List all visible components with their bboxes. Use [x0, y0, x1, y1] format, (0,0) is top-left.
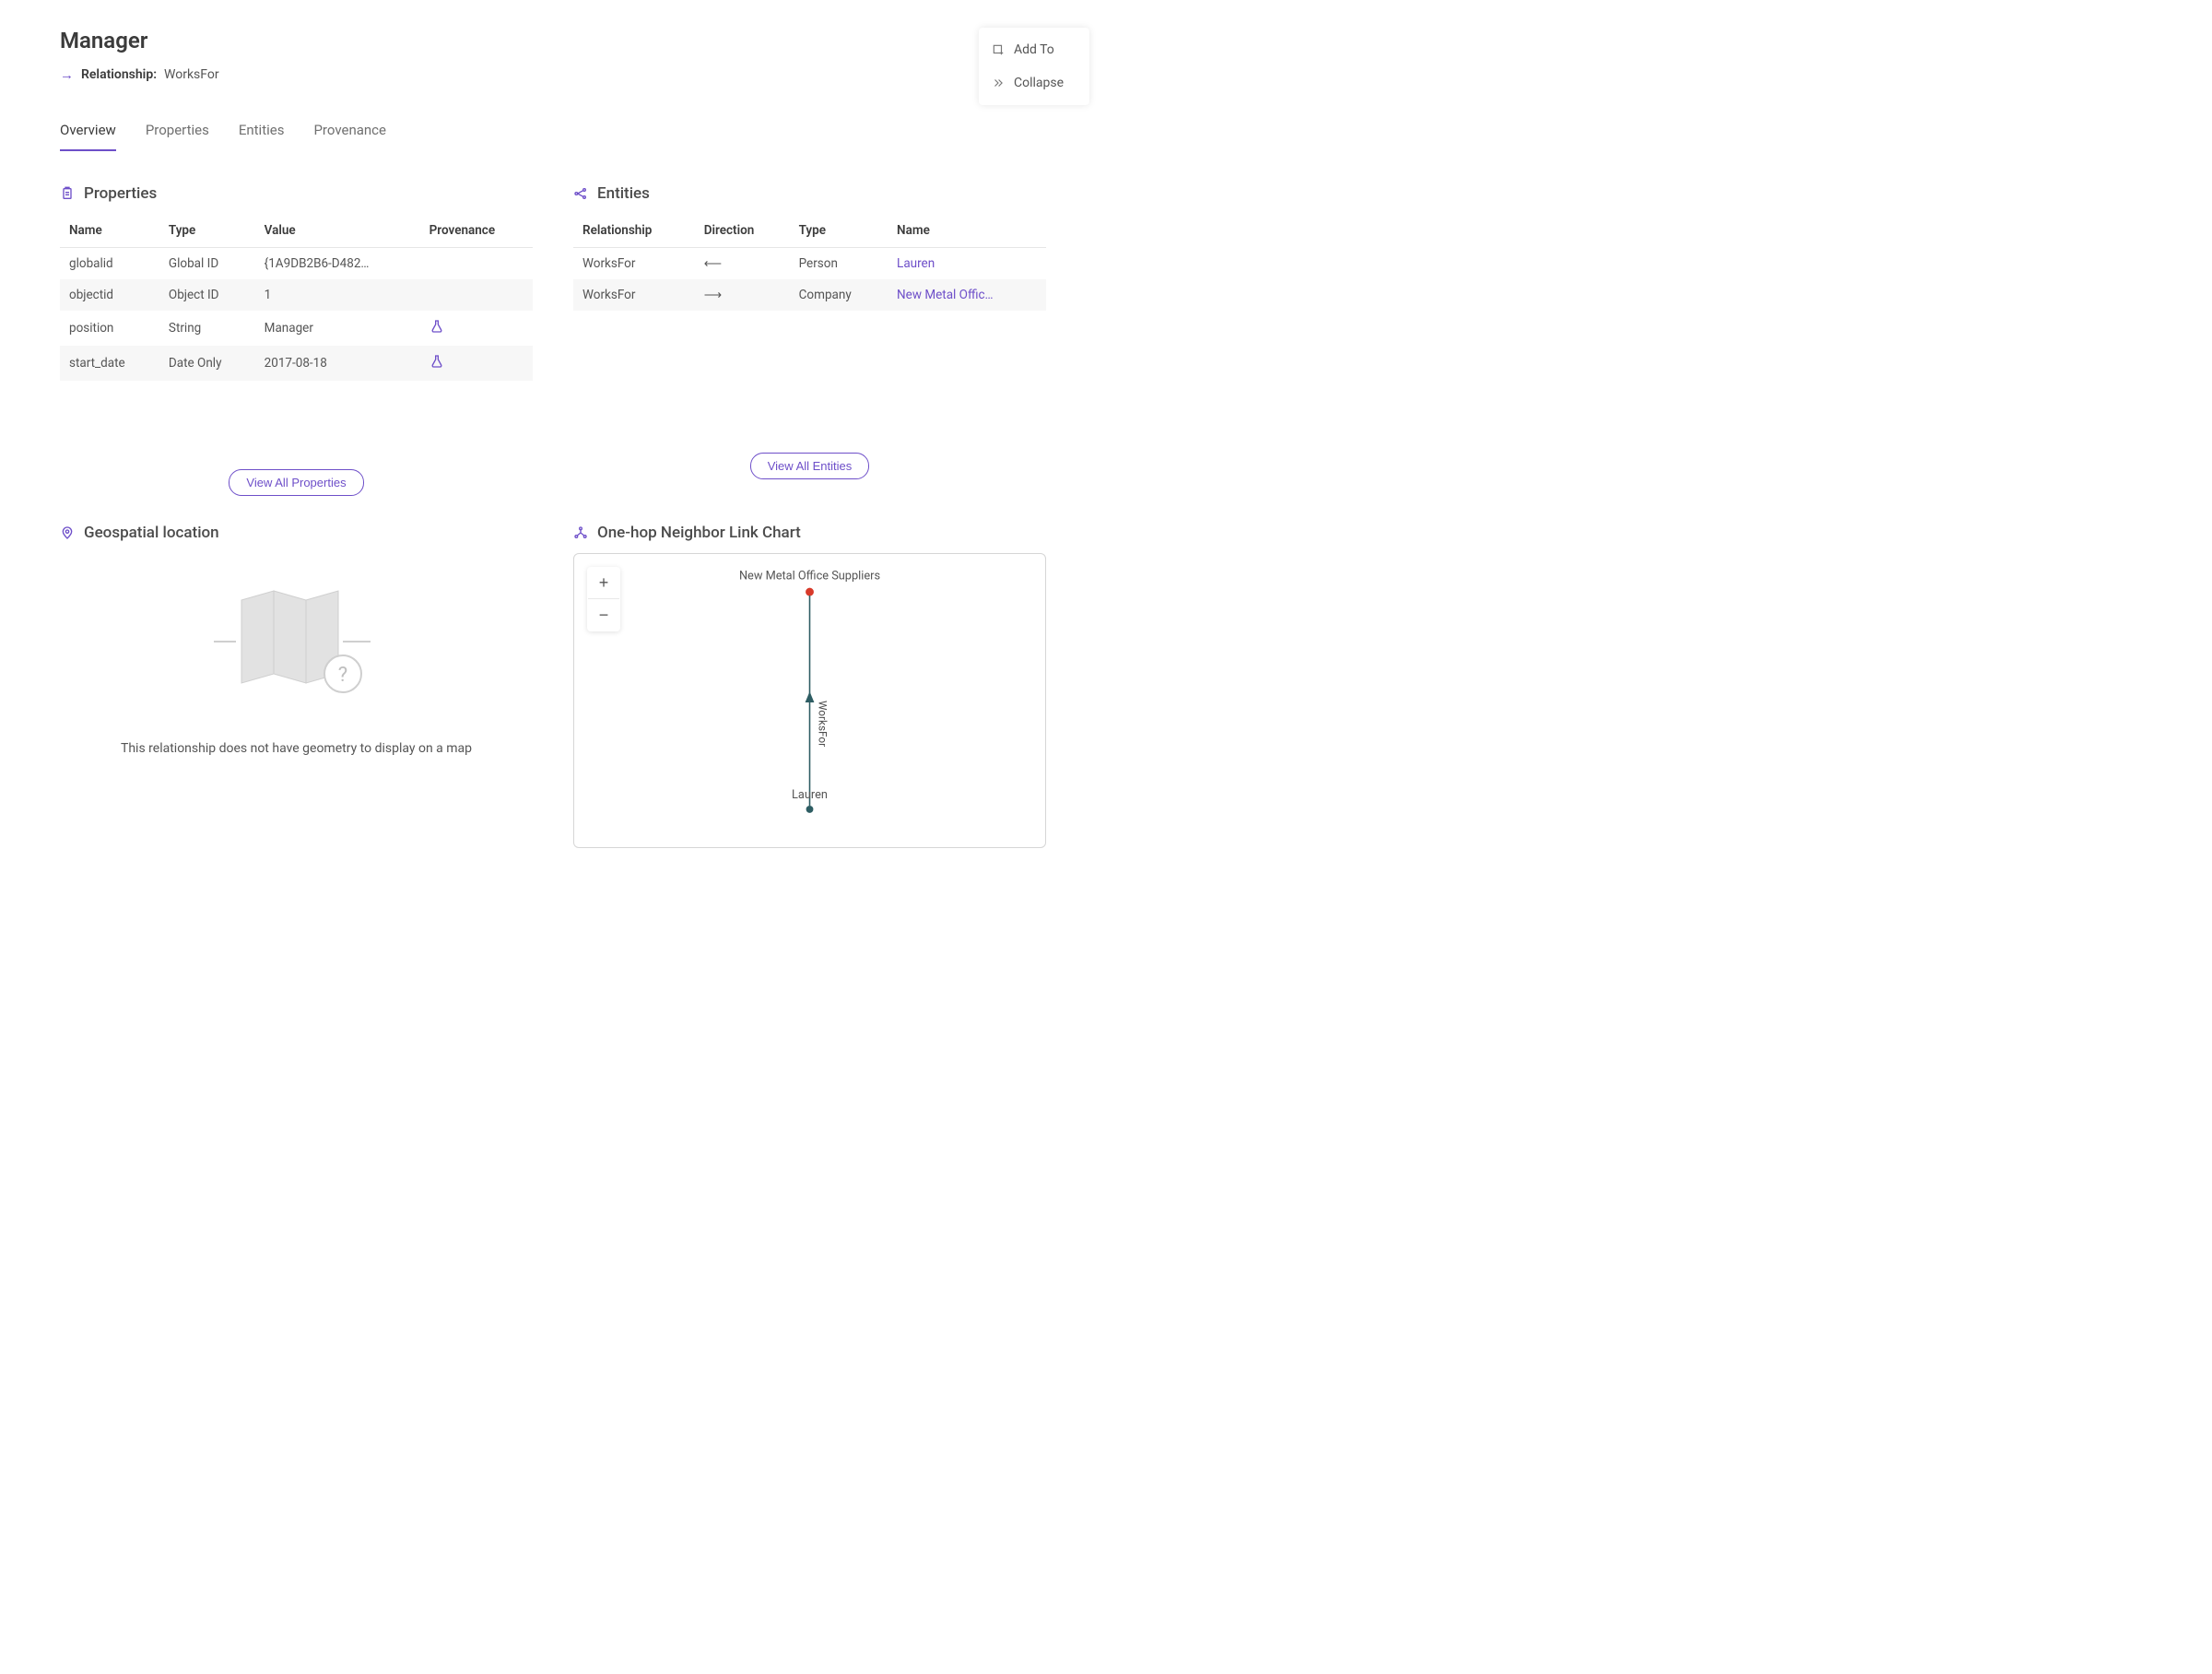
cell-type: Date Only [159, 346, 255, 381]
view-all-properties-button[interactable]: View All Properties [229, 469, 363, 496]
table-row: position String Manager [60, 311, 533, 346]
cell-value: {1A9DB2B6-D482… [255, 248, 420, 280]
cell-type: Person [790, 248, 888, 280]
svg-text:?: ? [337, 664, 347, 687]
zoom-out-button[interactable]: − [588, 599, 619, 631]
entity-link[interactable]: Lauren [888, 248, 1046, 280]
tab-overview[interactable]: Overview [60, 122, 116, 151]
relationship-label: Relationship: [81, 67, 157, 82]
cell-prov[interactable] [420, 346, 533, 381]
col-type: Type [159, 214, 255, 248]
properties-header: Properties [60, 184, 533, 203]
col-provenance: Provenance [420, 214, 533, 248]
edge-label: WorksFor [816, 701, 829, 747]
table-row: start_date Date Only 2017-08-18 [60, 346, 533, 381]
collapse-label: Collapse [1014, 76, 1064, 90]
entities-table: Relationship Direction Type Name WorksFo… [573, 214, 1046, 311]
col-direction: Direction [695, 214, 790, 248]
entities-section: Entities Relationship Direction Type Nam… [573, 184, 1046, 524]
arrow-right-icon: ⟶ [704, 288, 722, 302]
node-bottom-label: Lauren [792, 788, 828, 802]
view-all-entities-button[interactable]: View All Entities [750, 453, 870, 479]
tab-properties[interactable]: Properties [146, 122, 209, 151]
chevron-double-right-icon [992, 77, 1005, 89]
arrow-right-icon: → [60, 66, 74, 83]
relationship-subtitle: → Relationship: WorksFor [60, 66, 1046, 83]
properties-section: Properties Name Type Value Provenance gl… [60, 184, 533, 524]
link-chart[interactable]: + − New Metal Office Suppliers WorksFor … [573, 553, 1046, 848]
linkchart-section: One-hop Neighbor Link Chart + − New Meta… [573, 524, 1046, 848]
col-relationship: Relationship [573, 214, 695, 248]
node-top-label: New Metal Office Suppliers [739, 569, 880, 583]
add-to-label: Add To [1014, 42, 1054, 57]
cell-relationship: WorksFor [573, 248, 695, 280]
cell-value: 2017-08-18 [255, 346, 420, 381]
linkchart-header: One-hop Neighbor Link Chart [573, 524, 1046, 542]
zoom-in-button[interactable]: + [588, 568, 619, 599]
context-menu: Add To Collapse [979, 28, 1089, 105]
cell-value: Manager [255, 311, 420, 346]
add-to-icon [992, 43, 1005, 56]
cell-direction: ⟵ [695, 248, 790, 280]
edge-arrowhead-icon [806, 691, 815, 702]
network-icon [573, 525, 588, 540]
flask-icon [429, 354, 444, 369]
geospatial-header: Geospatial location [60, 524, 533, 542]
tabs: Overview Properties Entities Provenance [60, 122, 1046, 151]
col-name: Name [60, 214, 159, 248]
collapse-button[interactable]: Collapse [979, 66, 1089, 100]
clipboard-icon [60, 186, 75, 201]
relationship-value: WorksFor [164, 67, 219, 82]
entity-link[interactable]: New Metal Offic… [888, 279, 1046, 311]
cell-name: objectid [60, 279, 159, 311]
table-row: WorksFor ⟵ Person Lauren [573, 248, 1046, 280]
cell-direction: ⟶ [695, 279, 790, 311]
node-bottom-icon[interactable] [806, 806, 814, 813]
node-top-icon[interactable] [806, 588, 814, 596]
flask-icon [429, 319, 444, 334]
table-row: objectid Object ID 1 [60, 279, 533, 311]
col-type: Type [790, 214, 888, 248]
linkchart-title: One-hop Neighbor Link Chart [597, 524, 801, 542]
cell-name: globalid [60, 248, 159, 280]
add-to-button[interactable]: Add To [979, 33, 1089, 66]
arrow-left-icon: ⟵ [704, 256, 722, 271]
properties-title: Properties [84, 184, 157, 203]
col-name: Name [888, 214, 1046, 248]
geospatial-title: Geospatial location [84, 524, 219, 542]
zoom-control: + − [587, 567, 620, 631]
cell-name: start_date [60, 346, 159, 381]
geospatial-message: This relationship does not have geometry… [60, 741, 533, 756]
col-value: Value [255, 214, 420, 248]
pin-icon [60, 525, 75, 540]
geospatial-section: Geospatial location ? [60, 524, 533, 848]
table-row: WorksFor ⟶ Company New Metal Offic… [573, 279, 1046, 311]
cell-relationship: WorksFor [573, 279, 695, 311]
page-title: Manager [60, 28, 1046, 53]
tab-provenance[interactable]: Provenance [313, 122, 386, 151]
link-chart-svg: New Metal Office Suppliers WorksFor Laur… [574, 554, 1045, 847]
cell-name: position [60, 311, 159, 346]
tab-entities[interactable]: Entities [239, 122, 285, 151]
entities-title: Entities [597, 184, 650, 203]
entities-header: Entities [573, 184, 1046, 203]
cell-prov[interactable] [420, 311, 533, 346]
cell-value: 1 [255, 279, 420, 311]
properties-table: Name Type Value Provenance globalid Glob… [60, 214, 533, 381]
cell-prov [420, 248, 533, 280]
graph-icon [573, 186, 588, 201]
cell-type: Object ID [159, 279, 255, 311]
cell-type: String [159, 311, 255, 346]
cell-prov [420, 279, 533, 311]
map-placeholder-icon: ? [191, 568, 403, 706]
cell-type: Company [790, 279, 888, 311]
table-row: globalid Global ID {1A9DB2B6-D482… [60, 248, 533, 280]
cell-type: Global ID [159, 248, 255, 280]
